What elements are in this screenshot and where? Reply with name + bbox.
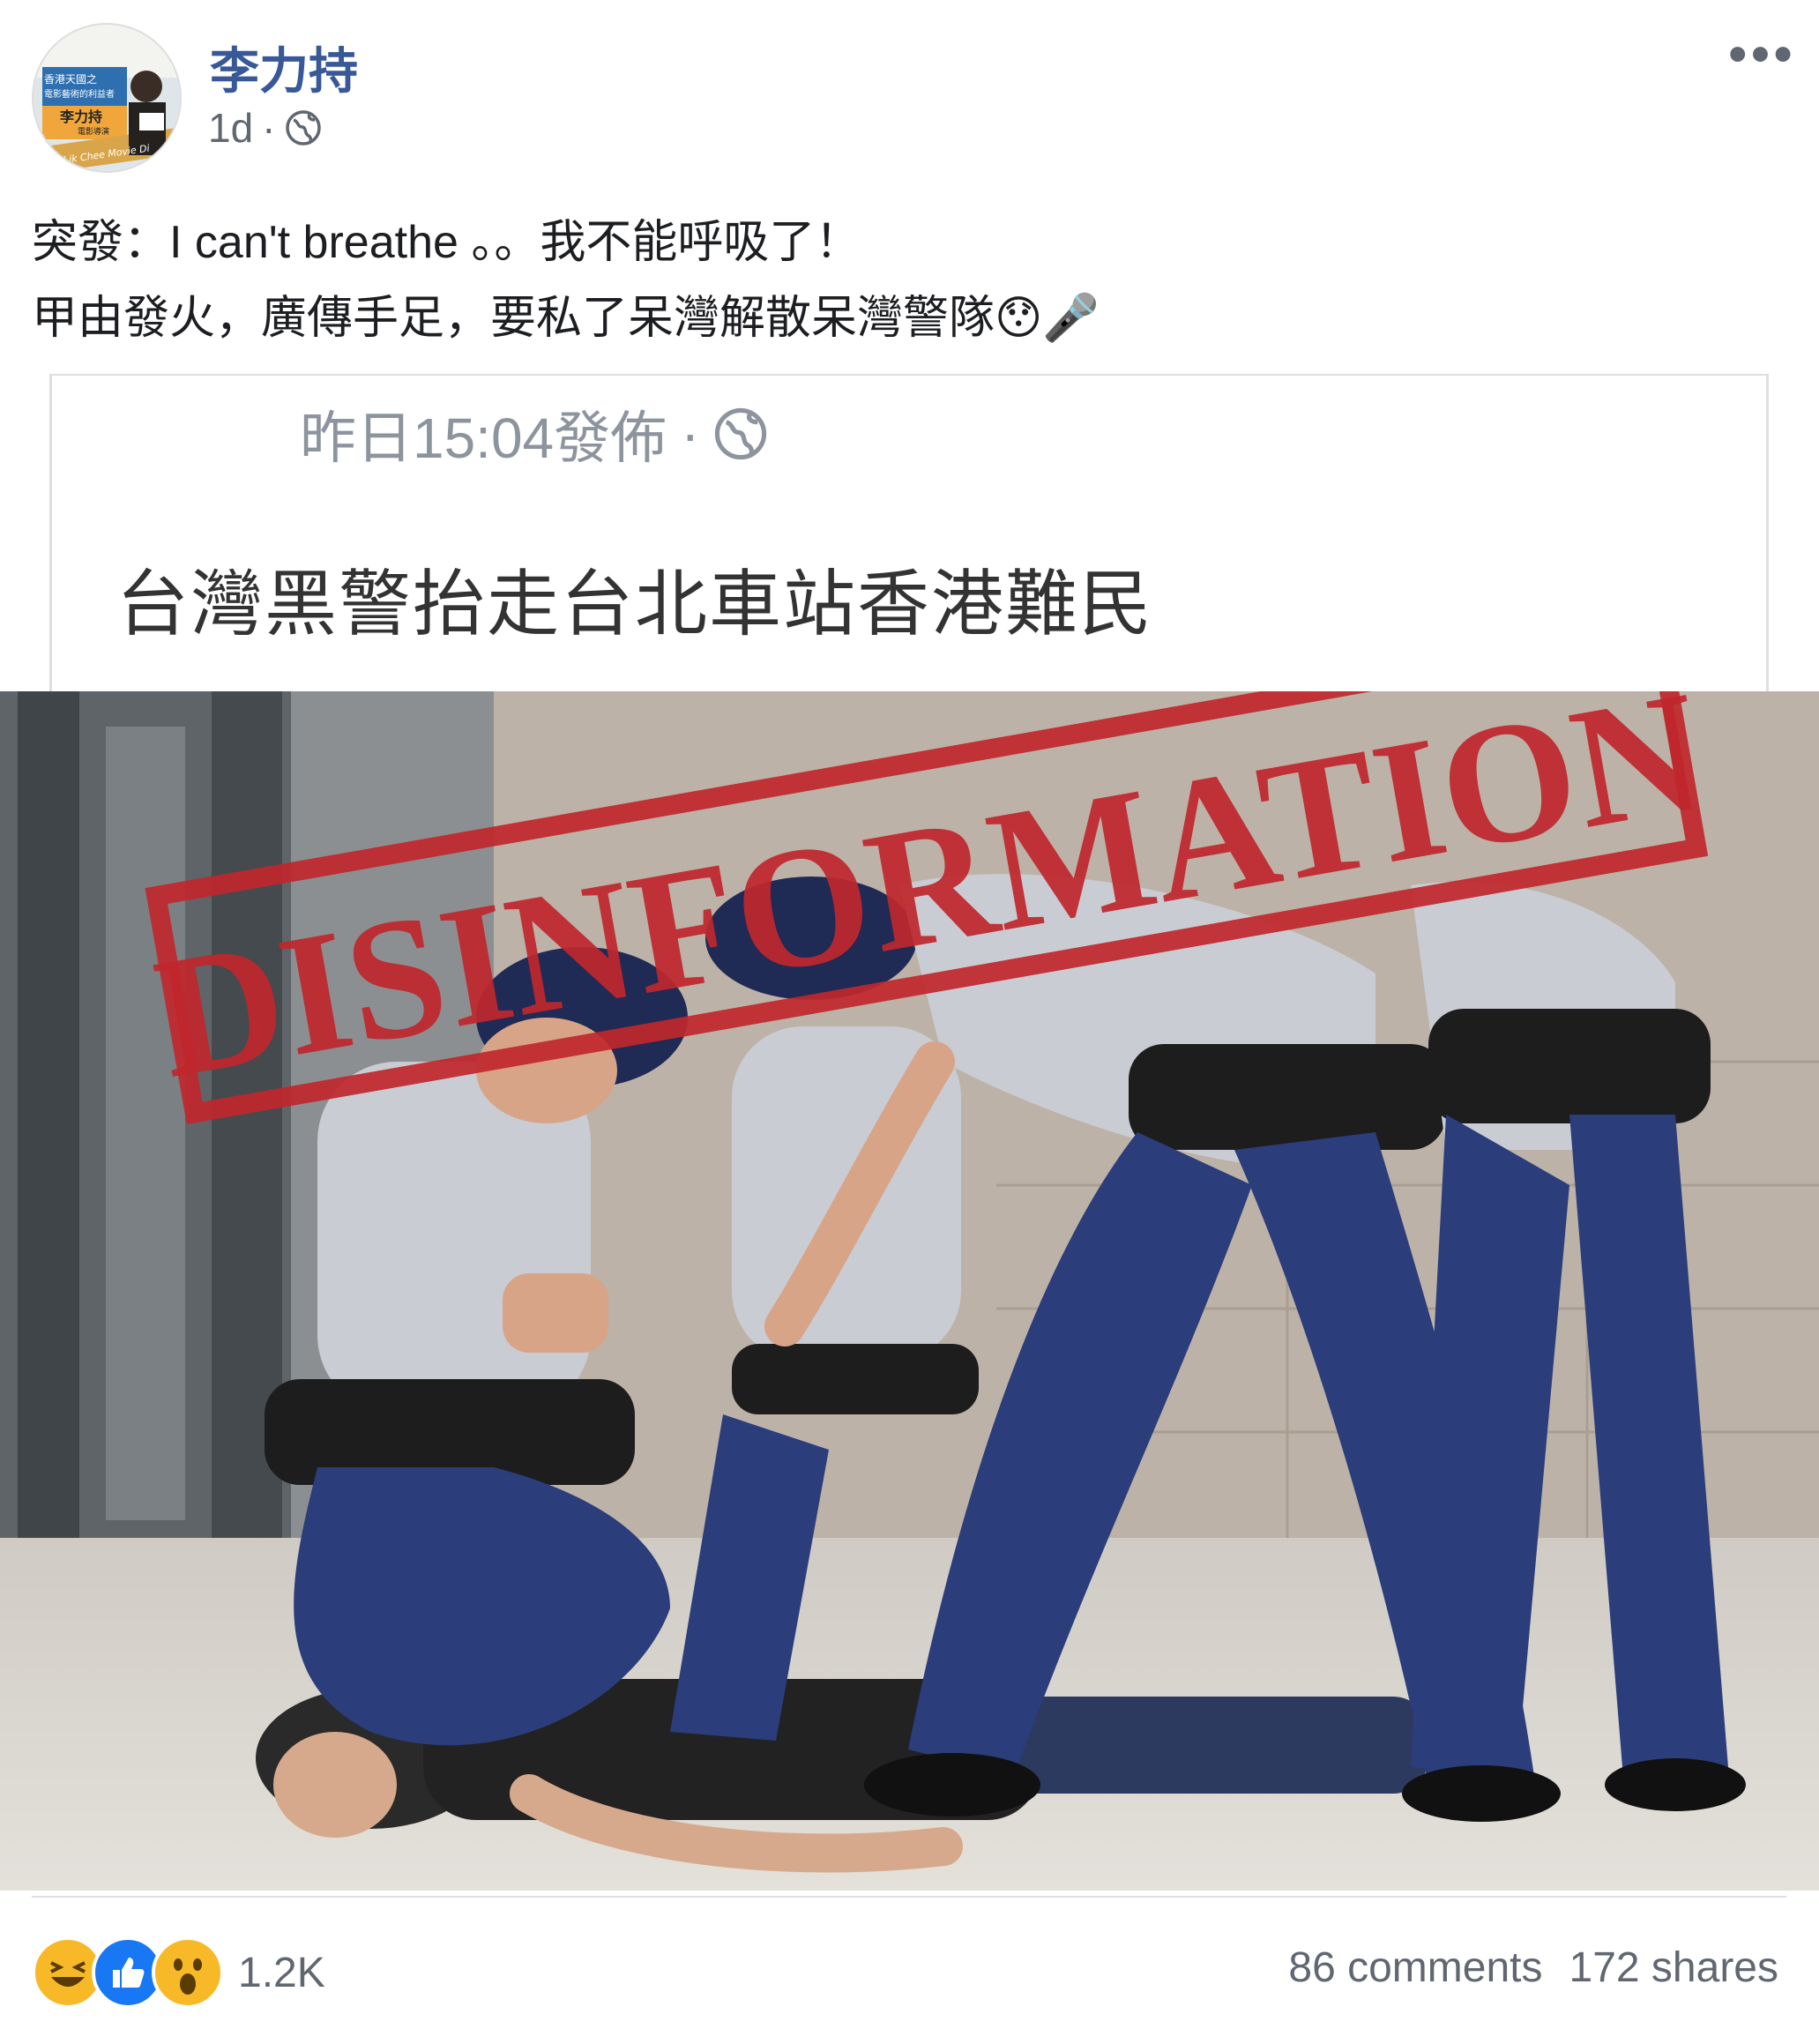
- post-text: 突發：I can't breathe 。。我不能呼吸了！ 甲由發火，廣傳手足，要…: [32, 205, 1786, 356]
- avatar-tag-sub: 電影導演: [78, 126, 109, 137]
- globe-icon: [715, 407, 767, 460]
- wow-icon[interactable]: [152, 1936, 224, 2009]
- avatar-caption-2: 電影藝術的利益者: [44, 88, 115, 100]
- footer-divider: [32, 1896, 1786, 1898]
- post-text-line-1: 突發：I can't breathe 。。我不能呼吸了！: [32, 217, 861, 268]
- shared-post-title: 台灣黑警抬走台北車站香港難民: [116, 564, 1154, 645]
- globe-icon: [285, 110, 321, 145]
- more-options-icon[interactable]: •••: [1728, 23, 1796, 86]
- shares-count[interactable]: 172 shares: [1569, 1943, 1779, 1992]
- post-photo[interactable]: DISINFORMATION: [0, 691, 1819, 1891]
- police-photo-illustration: DISINFORMATION: [0, 691, 1819, 1891]
- shared-post-timestamp: 昨日15:04發佈: [300, 407, 667, 470]
- reactions-summary[interactable]: 1.2K: [32, 1936, 325, 2009]
- author-name[interactable]: 李力持: [210, 32, 358, 103]
- shared-meta-separator: ·: [681, 402, 700, 466]
- avatar-name-tag: 李力持: [59, 108, 102, 125]
- post-text-line-2: 甲由發火，廣傳手足，要私了呆灣解散呆灣警隊😯🎤: [32, 293, 1100, 344]
- reaction-count[interactable]: 1.2K: [238, 1949, 325, 1997]
- author-avatar[interactable]: 香港天國之 電影藝術的利益者 李力持 電影導演 Lee Lik Chee Mov…: [32, 23, 182, 173]
- comments-count[interactable]: 86 comments: [1288, 1943, 1542, 1992]
- post-meta: 1d ·: [208, 104, 322, 152]
- shared-post-meta: 昨日15:04發佈 ·: [300, 393, 768, 474]
- engagement-stats: 86 comments 172 shares: [1288, 1943, 1778, 1992]
- post-time[interactable]: 1d: [208, 104, 253, 152]
- avatar-image: 香港天國之 電影藝術的利益者 李力持 電影導演 Lee Lik Chee Mov…: [34, 25, 180, 171]
- meta-separator: ·: [262, 105, 276, 151]
- avatar-caption-1: 香港天國之: [44, 73, 97, 86]
